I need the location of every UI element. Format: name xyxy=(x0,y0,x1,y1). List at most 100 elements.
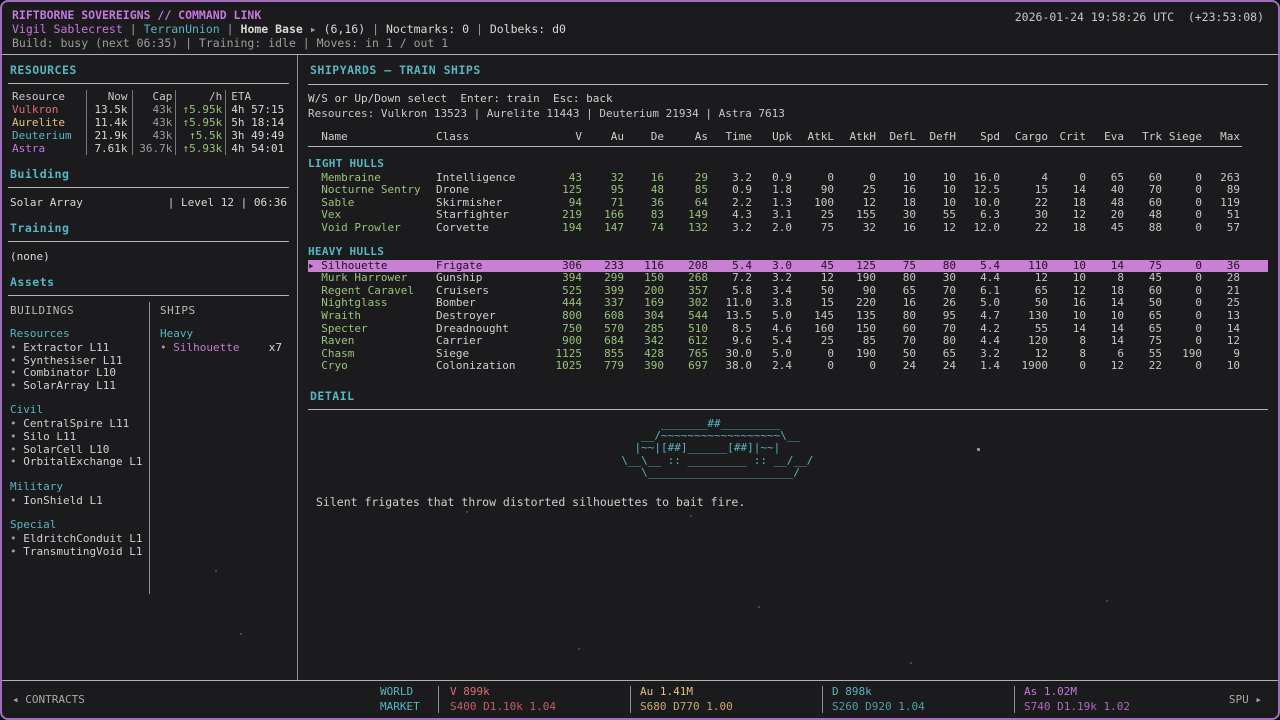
ship-row[interactable]: RavenCarrier9006843426129.65.4258570804.… xyxy=(308,335,1268,348)
ship-name: Specter xyxy=(308,323,436,336)
world-market-label[interactable]: WORLD MARKET xyxy=(380,684,420,714)
ship-stat: 110 xyxy=(1000,260,1048,273)
ship-row[interactable]: Void ProwlerCorvette194147741323.22.0753… xyxy=(308,222,1268,235)
sidebar: RESOURCES ResourceNowCap/hETAVulkron13.5… xyxy=(2,55,298,680)
market-spread: S260 D920 1.04 xyxy=(832,699,925,714)
ship-cost: 147 xyxy=(582,222,624,235)
ship-stat: 12.0 xyxy=(956,222,1000,235)
building-list-item: • IonShield L1 xyxy=(10,495,145,508)
bullet-icon: • xyxy=(10,430,23,443)
training-queue-row: (none) xyxy=(8,248,289,263)
ship-class: Cruisers xyxy=(436,285,536,298)
ship-stat: 30.0 xyxy=(708,348,752,361)
resource-row: Deuterium21.9k43k↑5.5k3h 49:49 xyxy=(8,129,289,142)
ship-cost: 166 xyxy=(582,209,624,222)
ship-row[interactable]: MembraineIntelligence433216293.20.900101… xyxy=(308,172,1268,185)
ship-stat: 14 xyxy=(1048,323,1086,336)
ship-table-header: NameClassVAuDeAsTimeUpkAtkLAtkHDefLDefHS… xyxy=(308,131,1268,144)
resource-eta: 3h 49:49 xyxy=(225,129,289,142)
ship-stat: 12 xyxy=(834,197,876,210)
ship-row[interactable]: WraithDestroyer80060830454413.55.0145135… xyxy=(308,310,1268,323)
bullet-icon: • xyxy=(10,341,23,354)
footer-divider xyxy=(438,686,439,713)
ship-stat: 90 xyxy=(792,184,834,197)
ship-stat: 5.4 xyxy=(752,335,792,348)
market-price: As 1.02M xyxy=(1024,684,1130,699)
building-group-title: Special xyxy=(10,518,145,531)
ship-stat: 4.3 xyxy=(708,209,752,222)
ship-stat: 0 xyxy=(1162,222,1202,235)
ships-column-title: SHIPS xyxy=(160,304,289,317)
ship-row[interactable]: VexStarfighter219166831494.33.1251553055… xyxy=(308,209,1268,222)
ship-stat: 45 xyxy=(1124,272,1162,285)
ship-stat: 0 xyxy=(1048,172,1086,185)
ship-row[interactable]: SpecterDreadnought7505702855108.54.61601… xyxy=(308,323,1268,336)
resources-table-header-row: ResourceNowCap/hETA xyxy=(8,90,289,103)
ship-row[interactable]: ▸ SilhouetteFrigate3062331162085.43.0451… xyxy=(308,260,1268,273)
ship-row[interactable]: NightglassBomber44433716930211.03.815220… xyxy=(308,297,1268,310)
market-spread: S740 D1.19k 1.02 xyxy=(1024,699,1130,714)
ship-row[interactable]: Regent CaravelCruisers5253992003575.83.4… xyxy=(308,285,1268,298)
ship-column-header: DefH xyxy=(916,131,956,144)
ship-cost: 390 xyxy=(624,360,664,373)
keybind-help: W/S or Up/Down select Enter: train Esc: … xyxy=(308,92,1268,105)
bullet-icon: • xyxy=(10,379,23,392)
assets-columns: BUILDINGS Resources• Extractor L11• Synt… xyxy=(8,302,289,594)
contracts-nav-button[interactable]: ◂ CONTRACTS xyxy=(12,693,85,706)
ship-stat: 10 xyxy=(1202,360,1240,373)
ship-stat: 150 xyxy=(834,323,876,336)
ship-column-header: Trk xyxy=(1124,131,1162,144)
ship-cost: 64 xyxy=(664,197,708,210)
market-spread: S680 D770 1.00 xyxy=(640,699,733,714)
building-item-label: SolarArray L11 xyxy=(23,379,116,392)
ship-stat: 3.2 xyxy=(708,172,752,185)
market-quote: As 1.02MS740 D1.19k 1.02 xyxy=(1024,684,1130,714)
ship-row[interactable]: CryoColonization102577939069738.02.40024… xyxy=(308,360,1268,373)
ship-stat: 14 xyxy=(1202,323,1240,336)
ship-stat: 8 xyxy=(1048,335,1086,348)
ship-stat: 65 xyxy=(1124,310,1162,323)
ship-column-header: Time xyxy=(708,131,752,144)
ship-stat: 3.0 xyxy=(752,260,792,273)
ship-stat: 25 xyxy=(1202,297,1240,310)
resource-name: Deuterium xyxy=(8,129,86,142)
detail-panel: DETAIL _______##_________ __/~~~~~~~~~~~… xyxy=(308,389,1268,509)
ship-class: Corvette xyxy=(436,222,536,235)
ship-stat: 65 xyxy=(1086,172,1124,185)
ship-stat: 22 xyxy=(1124,360,1162,373)
base-name[interactable]: Home Base xyxy=(241,22,303,36)
ship-cost: 285 xyxy=(624,323,664,336)
faction-name: TerranUnion xyxy=(144,22,220,36)
command-link-header: RIFTBORNE SOVEREIGNS // COMMAND LINK Vig… xyxy=(2,2,1278,54)
ship-list-item: • Silhouettex7 xyxy=(160,342,282,355)
ship-row[interactable]: Nocturne SentryDrone1259548850.91.890251… xyxy=(308,184,1268,197)
ship-stat: 70 xyxy=(876,335,916,348)
base-arrow-icon: ▸ xyxy=(303,22,324,36)
ship-stat: 65 xyxy=(1000,285,1048,298)
ship-cost: 233 xyxy=(582,260,624,273)
ship-cost: 29 xyxy=(664,172,708,185)
ship-stat: 65 xyxy=(916,348,956,361)
base-coords: (6,16) xyxy=(324,22,366,36)
ship-cost: 200 xyxy=(624,285,664,298)
ship-row[interactable]: Murk HarrowerGunship3942991502687.23.212… xyxy=(308,272,1268,285)
spu-nav-button[interactable]: SPU ▸ xyxy=(1229,693,1262,706)
resource-cap: 43k xyxy=(132,116,176,129)
market-quote: V 899kS400 D1.10k 1.04 xyxy=(450,684,556,714)
ship-stat: 21 xyxy=(1202,285,1240,298)
resource-rate: ↑5.95k xyxy=(175,116,225,129)
ship-stat: 40 xyxy=(1086,184,1124,197)
ship-stat: 135 xyxy=(834,310,876,323)
resource-row: Aurelite11.4k43k↑5.95k5h 18:14 xyxy=(8,116,289,129)
ship-stat: 0 xyxy=(834,360,876,373)
ship-row[interactable]: ChasmSiege112585542876530.05.0019050653.… xyxy=(308,348,1268,361)
ship-row[interactable]: SableSkirmisher947136642.21.310012181010… xyxy=(308,197,1268,210)
ship-column-header: Upk xyxy=(752,131,792,144)
training-panel-title: Training xyxy=(10,221,289,235)
ship-stat: 13.5 xyxy=(708,310,752,323)
ship-item-name: Silhouette xyxy=(173,341,239,354)
ship-name: ▸ Silhouette xyxy=(308,260,436,273)
ship-stat: 50 xyxy=(1124,297,1162,310)
ship-stat: 10 xyxy=(916,184,956,197)
ship-stat: 14 xyxy=(1048,184,1086,197)
